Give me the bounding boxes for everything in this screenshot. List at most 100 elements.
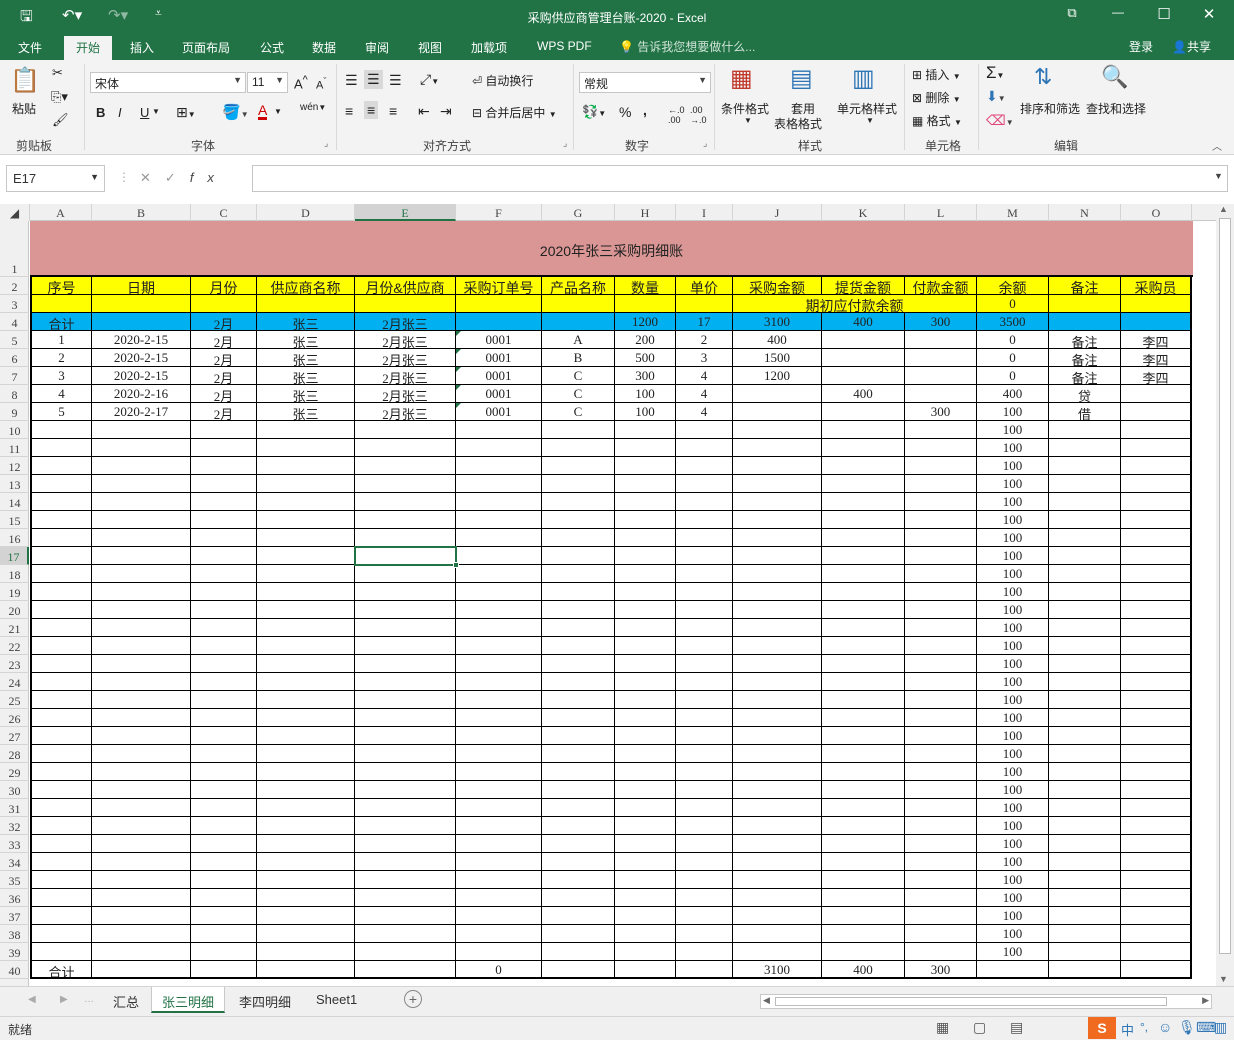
cell-b21[interactable] [92,619,191,637]
cell-j2[interactable]: 采购金额 [733,277,822,295]
cell-d14[interactable] [257,493,355,511]
cell-o38[interactable] [1121,925,1192,943]
cell-a34[interactable] [30,853,92,871]
cell-e40[interactable] [355,961,456,979]
shrink-font-button[interactable]: Aˇ [316,76,326,92]
cell-a18[interactable] [30,565,92,583]
cell-c20[interactable] [191,601,257,619]
cell-f30[interactable] [456,781,542,799]
fill-icon[interactable]: ⬇▼ [986,88,1006,105]
tab-wps-pdf[interactable]: WPS PDF [537,39,592,53]
cell-c19[interactable] [191,583,257,601]
cell-c5[interactable]: 2月 [191,331,257,349]
autosum-icon[interactable]: Σ▼ [986,63,1004,83]
cell-k5[interactable] [822,331,905,349]
cell-j37[interactable] [733,907,822,925]
row-header-19[interactable]: 19 [0,583,29,601]
ime-menu-icon[interactable]: ▥ [1214,1019,1227,1036]
insert-cells-button[interactable]: ⊞ 插入 ▼ [912,66,961,83]
cell-i36[interactable] [676,889,733,907]
cell-d35[interactable] [257,871,355,889]
cell-l9[interactable]: 300 [905,403,977,421]
cell-d18[interactable] [257,565,355,583]
cell-j26[interactable] [733,709,822,727]
cell-a32[interactable] [30,817,92,835]
cell-d16[interactable] [257,529,355,547]
cell-k10[interactable] [822,421,905,439]
cell-l11[interactable] [905,439,977,457]
cell-f3[interactable] [456,295,542,313]
cell-f13[interactable] [456,475,542,493]
cell-m30[interactable]: 100 [977,781,1049,799]
cell-i16[interactable] [676,529,733,547]
cell-h24[interactable] [615,673,676,691]
cell-e28[interactable] [355,745,456,763]
cell-m22[interactable]: 100 [977,637,1049,655]
cell-m17[interactable]: 100 [977,547,1049,565]
cell-o24[interactable] [1121,673,1192,691]
cell-h19[interactable] [615,583,676,601]
cell-e32[interactable] [355,817,456,835]
row-header-12[interactable]: 12 [0,457,29,475]
enter-icon[interactable]: ✓ [165,170,190,185]
cell-o36[interactable] [1121,889,1192,907]
cell-a10[interactable] [30,421,92,439]
cell-l31[interactable] [905,799,977,817]
cell-e8[interactable]: 2月张三 [355,385,456,403]
cell-o18[interactable] [1121,565,1192,583]
cell-g28[interactable] [542,745,615,763]
cell-k34[interactable] [822,853,905,871]
cell-f22[interactable] [456,637,542,655]
wrap-text-button[interactable]: ⏎ 自动换行 [472,72,533,89]
cell-o32[interactable] [1121,817,1192,835]
row-header-9[interactable]: 9 [0,403,29,421]
cell-n12[interactable] [1049,457,1121,475]
tab-view[interactable]: 视图 [418,39,442,56]
row-header-6[interactable]: 6 [0,349,29,367]
cell-l10[interactable] [905,421,977,439]
cell-b38[interactable] [92,925,191,943]
cell-k4[interactable]: 400 [822,313,905,331]
cell-h21[interactable] [615,619,676,637]
cell-d21[interactable] [257,619,355,637]
row-header-36[interactable]: 36 [0,889,29,907]
cell-h15[interactable] [615,511,676,529]
cell-i15[interactable] [676,511,733,529]
cell-m35[interactable]: 100 [977,871,1049,889]
align-left-icon[interactable]: ≡ [345,103,353,119]
cell-f39[interactable] [456,943,542,961]
cell-a7[interactable]: 3 [30,367,92,385]
cell-i12[interactable] [676,457,733,475]
cell-k39[interactable] [822,943,905,961]
cell-e31[interactable] [355,799,456,817]
cell-g7[interactable]: C [542,367,615,385]
cell-i4[interactable]: 17 [676,313,733,331]
cell-c8[interactable]: 2月 [191,385,257,403]
tell-me-box[interactable]: 💡 告诉我您想要做什么... [619,38,755,55]
cell-n16[interactable] [1049,529,1121,547]
cell-b29[interactable] [92,763,191,781]
cell-h20[interactable] [615,601,676,619]
cell-n13[interactable] [1049,475,1121,493]
row-header-34[interactable]: 34 [0,853,29,871]
cell-o7[interactable]: 李四 [1121,367,1192,385]
cell-l12[interactable] [905,457,977,475]
number-format-combo[interactable]: 常规 ▼ [579,72,711,93]
cell-j36[interactable] [733,889,822,907]
cell-e12[interactable] [355,457,456,475]
cell-a30[interactable] [30,781,92,799]
cell-n17[interactable] [1049,547,1121,565]
row-header-28[interactable]: 28 [0,745,29,763]
cell-c37[interactable] [191,907,257,925]
row-header-31[interactable]: 31 [0,799,29,817]
cell-g32[interactable] [542,817,615,835]
cell-g25[interactable] [542,691,615,709]
cell-m24[interactable]: 100 [977,673,1049,691]
decrease-decimal-icon[interactable]: .00 →.0 [690,105,707,125]
cell-j21[interactable] [733,619,822,637]
cell-a25[interactable] [30,691,92,709]
sort-filter-icon[interactable]: ⇅ [1034,64,1052,90]
cell-h2[interactable]: 数量 [615,277,676,295]
cell-h17[interactable] [615,547,676,565]
cell-h8[interactable]: 100 [615,385,676,403]
